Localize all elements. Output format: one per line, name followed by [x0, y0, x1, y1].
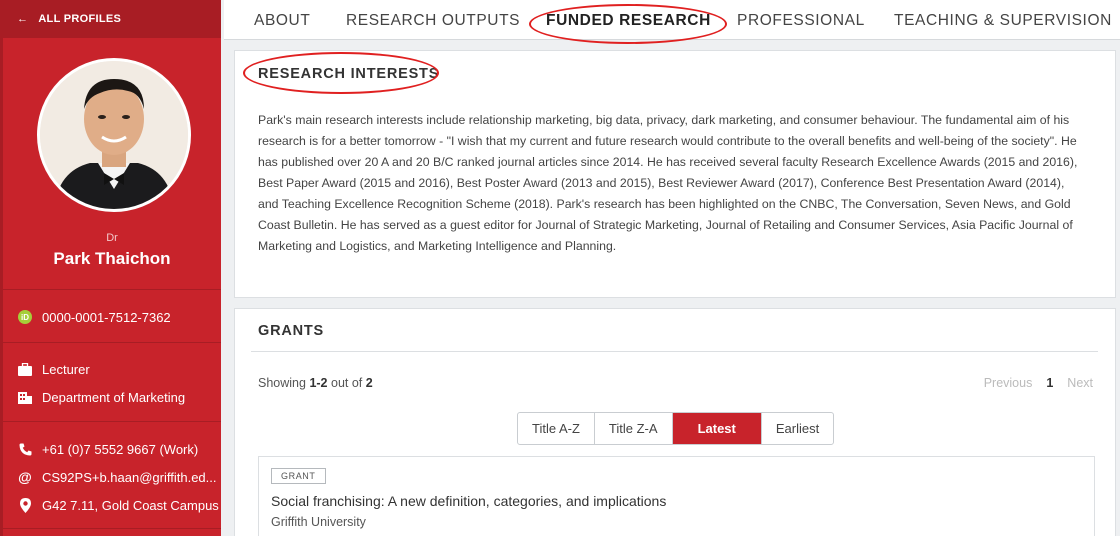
grants-card: GRANTS Showing 1-2 out of 2 Previous 1 N…: [234, 308, 1116, 536]
sort-latest-button[interactable]: Latest: [672, 413, 762, 444]
pagination-page-1[interactable]: 1: [1046, 376, 1053, 390]
grant-title[interactable]: Social franchising: A new definition, ca…: [271, 493, 666, 509]
grants-heading: GRANTS: [258, 323, 325, 339]
department-row: Department of Marketing: [17, 389, 185, 405]
phone-icon: [17, 441, 33, 457]
location-row: G42 7.11, Gold Coast Campus: [17, 497, 219, 513]
divider: [3, 528, 221, 529]
profile-tabs: ABOUT RESEARCH OUTPUTS FUNDED RESEARCH P…: [224, 0, 1120, 40]
position-row: Lecturer: [17, 361, 90, 377]
email-row[interactable]: @ CS92PS+b.haan@griffith.ed...: [17, 469, 216, 485]
showing-range: 1-2: [309, 376, 328, 390]
at-sign-icon: @: [18, 469, 32, 485]
tab-professional[interactable]: PROFESSIONAL: [737, 12, 865, 30]
sort-title-asc-button[interactable]: Title A-Z: [518, 413, 595, 444]
orcid-row[interactable]: iD 0000-0001-7512-7362: [17, 309, 171, 325]
pagination: Previous 1 Next: [984, 376, 1093, 390]
orcid-value: 0000-0001-7512-7362: [42, 309, 171, 325]
divider: [3, 421, 221, 422]
briefcase-icon: [17, 361, 33, 377]
tab-teaching-supervision[interactable]: TEACHING & SUPERVISION: [894, 12, 1112, 30]
location-value: G42 7.11, Gold Coast Campus: [42, 497, 219, 513]
grant-badge: GRANT: [271, 468, 326, 484]
map-pin-icon: [17, 497, 33, 513]
divider: [251, 351, 1098, 352]
avatar: [37, 58, 191, 212]
arrow-left-icon: ←: [17, 13, 29, 25]
building-icon: [17, 389, 33, 405]
tab-research-outputs[interactable]: RESEARCH OUTPUTS: [346, 12, 520, 30]
showing-prefix: Showing: [258, 376, 306, 390]
showing-total: 2: [365, 376, 373, 390]
research-interests-card: RESEARCH INTERESTS Park's main research …: [234, 50, 1116, 298]
grant-organisation: Griffith University: [271, 515, 366, 529]
tab-about[interactable]: ABOUT: [254, 12, 310, 30]
person-title: Dr: [106, 232, 118, 244]
position-value: Lecturer: [42, 361, 90, 377]
sort-title-desc-button[interactable]: Title Z-A: [595, 413, 673, 444]
all-profiles-label: ALL PROFILES: [38, 13, 122, 25]
pagination-previous[interactable]: Previous: [984, 376, 1033, 390]
list-item[interactable]: GRANT Social franchising: A new definiti…: [258, 456, 1095, 536]
showing-mid: out of: [331, 376, 363, 390]
person-name: Park Thaichon: [53, 249, 171, 268]
department-value: Department of Marketing: [42, 389, 186, 405]
phone-row[interactable]: +61 (0)7 5552 9667 (Work): [17, 441, 198, 457]
all-profiles-link[interactable]: ← ALL PROFILES: [3, 0, 221, 38]
phone-value: +61 (0)7 5552 9667 (Work): [42, 441, 199, 457]
sort-earliest-button[interactable]: Earliest: [762, 413, 833, 444]
research-interests-text: Park's main research interests include r…: [258, 113, 1078, 253]
divider: [3, 289, 221, 290]
tab-funded-research[interactable]: FUNDED RESEARCH: [546, 12, 711, 30]
pagination-next[interactable]: Next: [1067, 376, 1093, 390]
orcid-icon: iD: [17, 309, 33, 325]
email-value: CS92PS+b.haan@griffith.ed...: [42, 469, 217, 485]
sort-toggle-group: Title A-Z Title Z-A Latest Earliest: [517, 412, 835, 445]
research-interests-heading: RESEARCH INTERESTS: [258, 66, 440, 82]
results-count: Showing 1-2 out of 2: [258, 376, 373, 390]
profile-sidebar: ← ALL PROFILES Dr Park Thaichon iD 0000-…: [0, 0, 221, 536]
divider: [3, 342, 221, 343]
